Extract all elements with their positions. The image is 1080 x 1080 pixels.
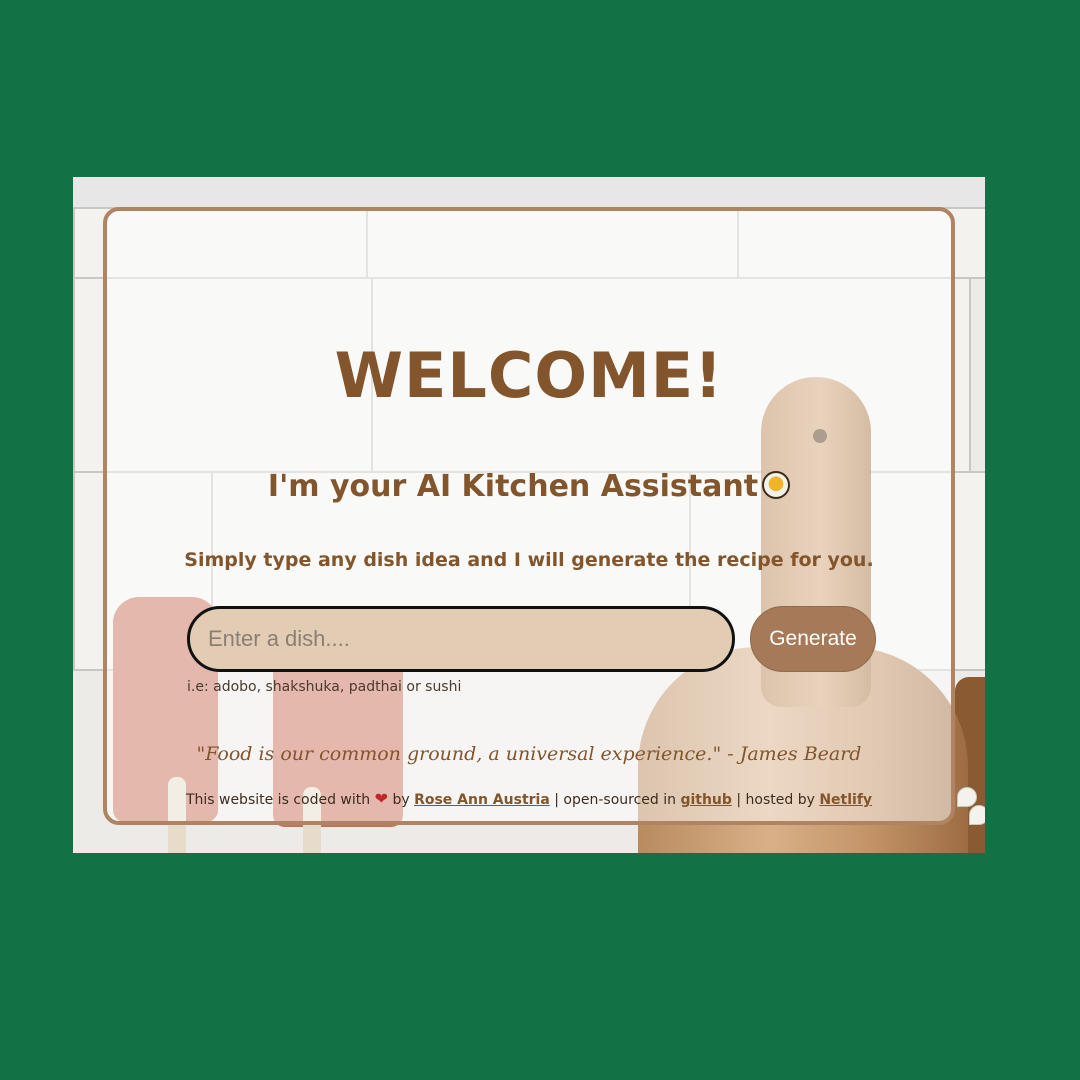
page-subtitle: I'm your AI Kitchen Assistant — [107, 469, 951, 504]
page-title: WELCOME! — [334, 339, 724, 412]
footer-separator-1: | open-sourced in — [554, 792, 676, 808]
dish-input[interactable] — [187, 606, 735, 672]
soup-bowl-icon — [762, 471, 791, 499]
flower-image — [957, 787, 977, 807]
footer-by: by — [392, 792, 410, 808]
app-screenshot: WELCOME! I'm your AI Kitchen Assistant S… — [73, 177, 985, 853]
background-top-strip — [73, 177, 985, 207]
heart-icon: ❤ — [374, 789, 388, 808]
author-link[interactable]: Rose Ann Austria — [414, 792, 550, 808]
footer: This website is coded with ❤ by Rose Ann… — [107, 789, 951, 808]
footer-separator-2: | hosted by — [736, 792, 815, 808]
generate-button[interactable]: Generate — [750, 606, 876, 672]
main-card: WELCOME! I'm your AI Kitchen Assistant S… — [103, 207, 955, 825]
subtitle-text: I'm your AI Kitchen Assistant — [267, 469, 759, 504]
search-hint: i.e: adobo, shakshuka, padthai or sushi — [187, 679, 462, 695]
netlify-link[interactable]: Netlify — [819, 792, 872, 808]
tagline: Simply type any dish idea and I will gen… — [184, 549, 874, 571]
footer-prefix: This website is coded with — [185, 792, 371, 808]
github-link[interactable]: github — [680, 792, 731, 808]
dish-search-form: Generate — [187, 606, 877, 676]
flower-image — [969, 805, 985, 825]
quote: "Food is our common ground, a universal … — [196, 743, 862, 765]
